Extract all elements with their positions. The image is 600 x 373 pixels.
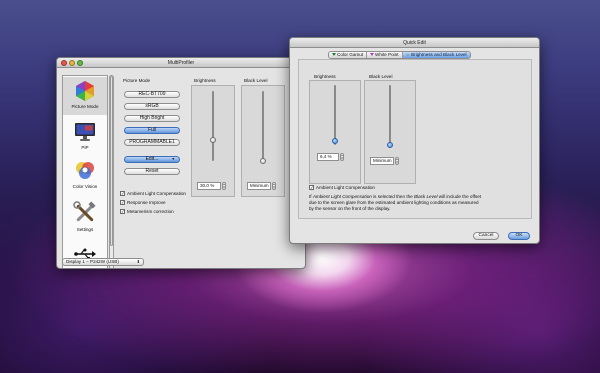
- sidebar-item-label: Picture Mode: [71, 104, 99, 109]
- zoom-icon[interactable]: [77, 60, 83, 66]
- qe-brightness-heading: Brightness: [314, 74, 336, 79]
- sidebar-item-settings[interactable]: Settings: [63, 199, 107, 239]
- tab-label: Brightness and Black Level: [411, 52, 467, 57]
- black-level-panel: Minimum ▴ ▾: [241, 85, 285, 197]
- reset-button[interactable]: Reset: [124, 168, 180, 175]
- triangle-icon: [332, 53, 336, 57]
- qe-black-level-heading: Black Level: [369, 74, 393, 79]
- qe-black-level-value-field[interactable]: Minimum: [370, 157, 394, 165]
- sidebar-item-picture-mode[interactable]: Picture Mode: [63, 77, 107, 115]
- sidebar-item-label: Color Vision: [72, 184, 98, 189]
- metamerism-checkbox[interactable]: ✓: [120, 209, 125, 214]
- tab-brightness-black-level[interactable]: ☼Brightness and Black Level: [402, 52, 470, 58]
- multiprofiler-titlebar[interactable]: MultiProfiler: [57, 58, 305, 68]
- window-title: MultiProfiler: [167, 60, 195, 66]
- qe-black-level-slider-track[interactable]: [389, 85, 391, 145]
- quickedit-window: Quick Edit Color Gamut White Point ☼Brig…: [289, 37, 540, 244]
- mode-button-programmable1[interactable]: PROGRAMMABLE1: [124, 139, 180, 146]
- edit-popup-button[interactable]: Edit... ▼: [124, 156, 180, 163]
- cancel-button[interactable]: Cancel: [473, 232, 499, 240]
- display-select[interactable]: Display 1 – P242W (USB) ⬍: [62, 258, 144, 266]
- ok-button[interactable]: OK: [508, 232, 530, 240]
- description-line-3: by the sensor on the front of the displa…: [309, 206, 391, 211]
- tab-white-point[interactable]: White Point: [367, 52, 403, 58]
- qe-black-level-stepper[interactable]: ▴ ▾: [395, 157, 399, 165]
- tools-icon: [73, 201, 96, 222]
- qe-ambient-light-checkbox[interactable]: ✓: [309, 185, 314, 190]
- mode-button-high-bright[interactable]: High Bright: [124, 115, 180, 122]
- tab-label: Color Gamut: [337, 52, 364, 57]
- sun-icon: ☼: [405, 52, 411, 58]
- window-controls: [61, 60, 83, 66]
- qe-brightness-stepper[interactable]: ▴ ▾: [340, 153, 344, 161]
- mode-button-srgb[interactable]: sRGB: [124, 103, 180, 110]
- response-improve-label: Response Improve: [127, 200, 166, 205]
- response-improve-checkbox[interactable]: ✓: [120, 200, 125, 205]
- sidebar-scrollbar[interactable]: [109, 75, 114, 268]
- qe-black-level-panel: Minimum ▴ ▾: [364, 80, 416, 184]
- brightness-slider-thumb[interactable]: [210, 137, 216, 143]
- qe-black-level-slider-thumb[interactable]: [387, 142, 393, 148]
- close-icon[interactable]: [61, 60, 67, 66]
- brightness-slider-track[interactable]: [212, 91, 214, 161]
- brightness-panel: 30,0 % ▴ ▾: [191, 85, 235, 197]
- edit-label: Edit...: [145, 156, 159, 162]
- sidebar-item-color-vision[interactable]: Color Vision: [63, 158, 107, 196]
- qe-brightness-slider-thumb[interactable]: [332, 138, 338, 145]
- description-text: will include the offset: [437, 194, 482, 199]
- color-hexagon-icon: [76, 81, 94, 101]
- black-level-slider-track[interactable]: [262, 91, 264, 161]
- quickedit-content: Brightness 6,4 % ▴ ▾ Black Level Minimum …: [298, 59, 532, 219]
- brightness-stepper[interactable]: ▴ ▾: [222, 182, 226, 190]
- black-level-slider-thumb[interactable]: [260, 158, 266, 164]
- black-level-heading: Black Level: [244, 78, 268, 83]
- description-emphasis: Black Level: [413, 194, 438, 199]
- description-text: is selected then the: [371, 194, 414, 199]
- qe-brightness-value-field[interactable]: 6,4 %: [317, 153, 339, 161]
- tab-label: White Point: [375, 52, 399, 57]
- description-emphasis: Ambient Light Compensation: [312, 194, 372, 199]
- color-vision-icon: [76, 162, 94, 179]
- black-level-value-field[interactable]: Minimum: [247, 182, 271, 190]
- triangle-icon: [370, 53, 375, 57]
- tab-color-gamut[interactable]: Color Gamut: [329, 52, 368, 58]
- quickedit-tabs: Color Gamut White Point ☼Brightness and …: [328, 51, 471, 59]
- ambient-light-label: Ambient Light Compensation: [127, 191, 186, 196]
- display-select-value: Display 1 – P242W (USB): [66, 259, 119, 264]
- sidebar-item-pip[interactable]: PiP: [63, 119, 107, 155]
- mode-button-rec-bt709[interactable]: REC-BT709: [124, 91, 180, 98]
- multiprofiler-window: MultiProfiler Picture Mode PiP Color Vis…: [56, 57, 306, 269]
- mode-button-full[interactable]: Full: [124, 127, 180, 134]
- picture-mode-heading: Picture Mode: [123, 78, 151, 83]
- sidebar-item-label: PiP: [81, 145, 89, 150]
- ambient-light-checkbox[interactable]: ✓: [120, 191, 125, 196]
- chevron-updown-icon: ⬍: [136, 259, 140, 264]
- qe-brightness-slider-track[interactable]: [334, 85, 336, 145]
- qe-ambient-light-label: Ambient Light Compensation: [316, 185, 375, 190]
- black-level-stepper[interactable]: ▴ ▾: [272, 182, 276, 190]
- qe-brightness-panel: 6,4 % ▴ ▾: [309, 80, 361, 184]
- sidebar: Picture Mode PiP Color Vision Settings: [62, 75, 108, 268]
- quickedit-titlebar[interactable]: Quick Edit: [290, 38, 539, 48]
- brightness-value-field[interactable]: 30,0 %: [197, 182, 221, 190]
- scrollbar-thumb[interactable]: [110, 76, 113, 246]
- popup-arrow-icon: ▼: [171, 157, 175, 161]
- monitor-icon: [75, 123, 95, 141]
- metamerism-label: Metamerism correction: [127, 209, 174, 214]
- brightness-heading: Brightness: [194, 78, 216, 83]
- qe-description: If Ambient Light Compensation is selecte…: [309, 194, 531, 212]
- window-title: Quick Edit: [403, 40, 426, 46]
- sidebar-item-label: Settings: [76, 227, 94, 232]
- minimize-icon[interactable]: [69, 60, 75, 66]
